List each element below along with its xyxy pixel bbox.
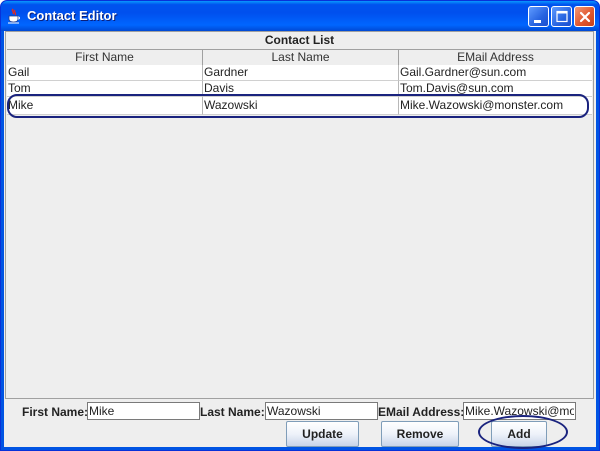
cell-first-name: Gail xyxy=(7,65,203,81)
maximize-button[interactable] xyxy=(551,6,572,27)
cell-first-name: Tom xyxy=(7,81,203,97)
last-name-label: Last Name: xyxy=(200,405,265,419)
window-title: Contact Editor xyxy=(27,8,117,23)
title-bar[interactable]: Contact Editor xyxy=(1,1,599,31)
column-header-email[interactable]: EMail Address xyxy=(399,50,592,65)
contact-editor-window: Contact Editor Contact List First Name L… xyxy=(0,0,600,451)
table-row[interactable]: Gail Gardner Gail.Gardner@sun.com xyxy=(7,65,592,81)
maximize-icon xyxy=(556,10,568,23)
close-icon xyxy=(579,11,591,23)
table-header: First Name Last Name EMail Address xyxy=(7,49,592,66)
column-header-last-name[interactable]: Last Name xyxy=(203,50,399,65)
close-button[interactable] xyxy=(574,6,595,27)
cell-first-name: Mike xyxy=(7,97,203,115)
cell-last-name: Gardner xyxy=(203,65,399,81)
cell-last-name: Wazowski xyxy=(203,97,399,115)
column-header-first-name[interactable]: First Name xyxy=(7,50,203,65)
remove-button[interactable]: Remove xyxy=(381,421,459,447)
cell-email: Tom.Davis@sun.com xyxy=(399,81,592,97)
email-label: EMail Address: xyxy=(378,405,465,419)
table-row[interactable]: Tom Davis Tom.Davis@sun.com xyxy=(7,81,592,97)
contact-list-panel: Contact List First Name Last Name EMail … xyxy=(5,31,594,399)
email-field[interactable] xyxy=(463,402,576,420)
table-row[interactable]: Mike Wazowski Mike.Wazowski@monster.com xyxy=(7,97,592,115)
add-button[interactable]: Add xyxy=(491,421,547,447)
minimize-button[interactable] xyxy=(528,6,549,27)
java-cup-icon xyxy=(8,8,20,24)
contact-list-title: Contact List xyxy=(264,33,335,47)
update-button[interactable]: Update xyxy=(286,421,359,447)
last-name-field[interactable] xyxy=(265,402,378,420)
cell-email: Mike.Wazowski@monster.com xyxy=(399,97,592,115)
cell-last-name: Davis xyxy=(203,81,399,97)
minimize-icon xyxy=(534,20,541,23)
cell-email: Gail.Gardner@sun.com xyxy=(399,65,592,81)
first-name-label: First Name: xyxy=(22,405,89,419)
first-name-field[interactable] xyxy=(87,402,200,420)
client-area: Contact List First Name Last Name EMail … xyxy=(4,31,596,449)
